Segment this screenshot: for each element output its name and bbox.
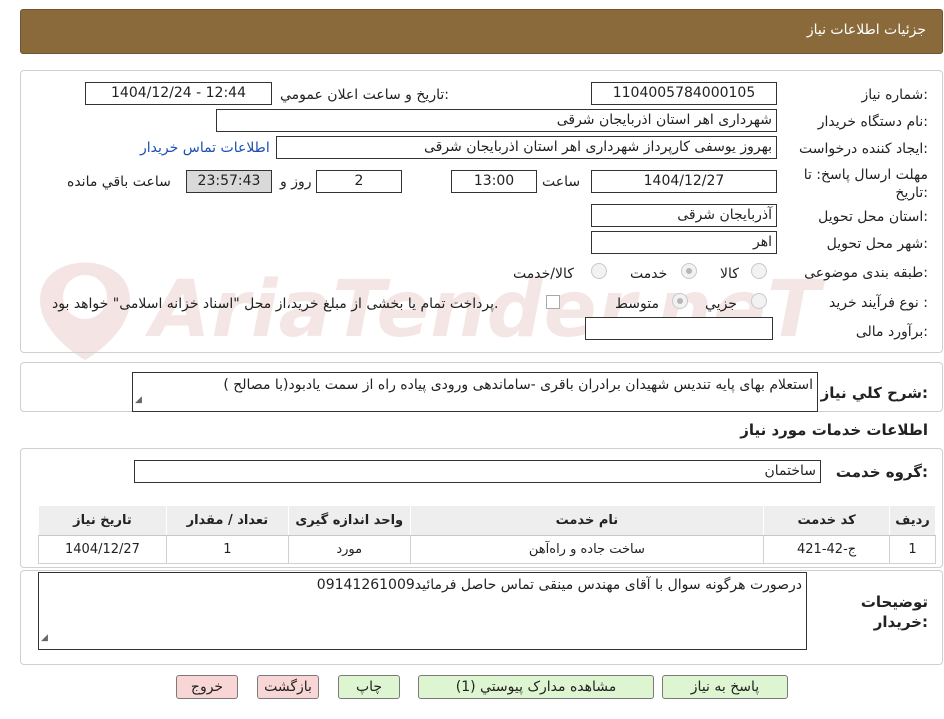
category-both-radio[interactable] (591, 263, 607, 279)
print-button[interactable]: چاپ (338, 675, 400, 699)
col-quantity: تعداد / مقدار (165, 505, 289, 536)
cell-row: 1 (889, 535, 936, 564)
description-textarea: استعلام بهای پایه تندیس شهیدان برادران ب… (132, 372, 818, 412)
city-label: شهر محل تحويل: (826, 236, 928, 252)
col-need-date: تاريخ نياز (38, 505, 167, 536)
buyer-notes-label: توضيحات خريدار: (860, 593, 928, 631)
days-label: روز و (280, 174, 312, 190)
buyer-org-field: شهرداری اهر استان اذربایجان شرقی (216, 109, 777, 132)
remaining-time-field: 23:57:43 (186, 170, 272, 193)
back-button[interactable]: بازگشت (257, 675, 319, 699)
cell-need-date: 1404/12/27 (38, 535, 167, 564)
deadline-date-field: 1404/12/27 (591, 170, 777, 193)
buyer-notes-textarea: درصورت هرگونه سوال با آقای مهندس مینقی ت… (38, 572, 807, 650)
services-table-header: رديف کد خدمت نام خدمت واحد اندازه گيری ت… (38, 505, 936, 536)
need-number-label: شماره نیاز: (861, 87, 928, 103)
category-service-radio[interactable] (681, 263, 697, 279)
category-both-label: کالا/خدمت (513, 266, 574, 282)
resize-handle-icon[interactable]: ◢ (135, 391, 142, 409)
province-field: آذربایجان شرقی (591, 204, 777, 227)
reply-button[interactable]: پاسخ به نياز (662, 675, 788, 699)
resize-handle-icon[interactable]: ◢ (41, 629, 48, 647)
creator-field: بهروز یوسفی کارپرداز شهرداری اهر استان ا… (276, 136, 777, 159)
cell-service-name: ساخت جاده و راه‌آهن (409, 535, 765, 564)
services-table-wrap: رديف کد خدمت نام خدمت واحد اندازه گيری ت… (38, 505, 936, 564)
page-title: جزئیات اطلاعات نیاز (806, 22, 926, 38)
services-title: اطلاعات خدمات مورد نياز (740, 421, 928, 439)
days-field: 2 (316, 170, 402, 193)
process-label: نوع فرآيند خريد : (829, 295, 928, 311)
buyer-org-label: نام دستگاه خريدار: (817, 114, 928, 130)
announce-label: تاریخ و ساعت اعلان عمومي: (280, 87, 449, 103)
city-field: اهر (591, 231, 777, 254)
buyer-notes-text: درصورت هرگونه سوال با آقای مهندس مینقی ت… (316, 577, 802, 593)
table-row: 1 ج-42-421 ساخت جاده و راه‌آهن مورد 1 14… (38, 535, 936, 564)
process-medium-radio[interactable] (672, 293, 688, 309)
deadline-time-field: 13:00 (451, 170, 537, 193)
services-table: رديف کد خدمت نام خدمت واحد اندازه گيری ت… (38, 505, 936, 564)
description-text: استعلام بهای پایه تندیس شهیدان برادران ب… (223, 377, 813, 393)
process-minor-label: جزيي (705, 296, 737, 312)
deadline-time-label: ساعت (542, 174, 581, 190)
buyer-contact-link[interactable]: اطلاعات تماس خريدار (140, 140, 270, 156)
treasury-payment-note: پرداخت تمام یا بخشی از مبلغ خرید،از محل … (52, 296, 499, 312)
need-number-field: 1104005784000105 (591, 82, 777, 105)
cell-quantity: 1 (165, 535, 289, 564)
category-goods-label: کالا (720, 266, 739, 282)
col-unit: واحد اندازه گيری (287, 505, 411, 536)
description-label: شرح کلي نياز: (820, 384, 928, 402)
attachments-button[interactable]: مشاهده مدارک پيوستي (1) (418, 675, 654, 699)
col-row: رديف (889, 505, 936, 536)
category-service-label: خدمت (630, 266, 668, 282)
process-minor-radio[interactable] (751, 293, 767, 309)
cell-unit: مورد (287, 535, 411, 564)
remaining-label: ساعت باقي مانده (67, 174, 171, 190)
process-medium-label: متوسط (615, 296, 659, 312)
cell-service-code: ج-42-421 (763, 535, 891, 564)
treasury-payment-checkbox[interactable] (546, 295, 560, 309)
service-group-label: گروه خدمت: (835, 463, 928, 481)
service-group-field: ساختمان (134, 460, 821, 483)
budget-label: برآورد مالی: (855, 324, 928, 340)
budget-field[interactable] (585, 317, 773, 340)
deadline-label: مهلت ارسال پاسخ: تا تاريخ: (803, 167, 928, 201)
col-service-code: کد خدمت (763, 505, 891, 536)
col-service-name: نام خدمت (409, 505, 765, 536)
creator-label: ايجاد کننده درخواست: (799, 141, 928, 157)
category-label: طبقه بندی موضوعی: (804, 265, 928, 281)
category-goods-radio[interactable] (751, 263, 767, 279)
province-label: استان محل تحويل: (818, 209, 928, 225)
page-header: جزئیات اطلاعات نیاز (20, 9, 943, 54)
exit-button[interactable]: خروج (176, 675, 238, 699)
announce-datetime-field: 1404/12/24 - 12:44 (85, 82, 272, 105)
